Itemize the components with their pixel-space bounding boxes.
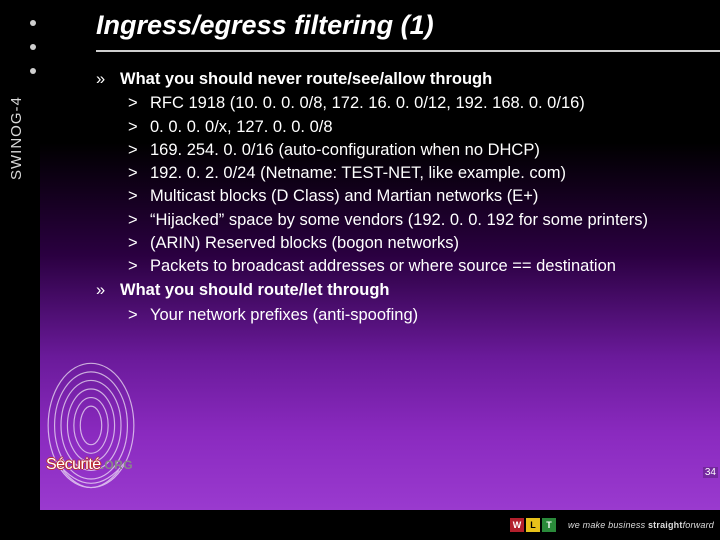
list-item: >169. 254. 0. 0/16 (auto-configuration w… <box>128 139 702 161</box>
event-label: SWINOG-4 <box>8 96 25 180</box>
item-text: Multicast blocks (D Class) and Martian n… <box>150 185 702 207</box>
slide-body: Ingress/egress filtering (1) » What you … <box>40 0 720 510</box>
brand-logo: Sécurité.ORG <box>40 446 210 476</box>
item-text: 169. 254. 0. 0/16 (auto-configuration wh… <box>150 139 702 161</box>
brand-name: Sécurité <box>46 456 101 473</box>
sidebar: SWINOG-4 <box>0 0 40 510</box>
item-bullet-icon: > <box>128 209 150 231</box>
footer-tagline: we make business straightforward <box>568 520 714 530</box>
item-text: (ARIN) Reserved blocks (bogon networks) <box>150 232 702 254</box>
section-bullet-icon: » <box>96 279 120 301</box>
item-bullet-icon: > <box>128 304 150 326</box>
section: » What you should route/let through >You… <box>96 279 702 326</box>
decor-dot <box>30 20 36 26</box>
item-text: RFC 1918 (10. 0. 0. 0/8, 172. 16. 0. 0/1… <box>150 92 702 114</box>
footer-square: W <box>510 518 524 532</box>
section-heading-text: What you should route/let through <box>120 279 389 301</box>
list-item: >RFC 1918 (10. 0. 0. 0/8, 172. 16. 0. 0/… <box>128 92 702 114</box>
item-bullet-icon: > <box>128 162 150 184</box>
item-bullet-icon: > <box>128 232 150 254</box>
list-item: >“Hijacked” space by some vendors (192. … <box>128 209 702 231</box>
page-number: 34 <box>703 467 718 478</box>
item-text: 192. 0. 2. 0/24 (Netname: TEST-NET, like… <box>150 162 702 184</box>
tagline-bold: straight <box>648 520 683 530</box>
slide-content: » What you should never route/see/allow … <box>96 68 702 328</box>
footer-square: T <box>542 518 556 532</box>
item-bullet-icon: > <box>128 92 150 114</box>
footer-bar: W L T we make business straightforward <box>0 510 720 540</box>
slide-title: Ingress/egress filtering (1) <box>96 10 720 41</box>
decor-dot <box>30 68 36 74</box>
section-bullet-icon: » <box>96 68 120 90</box>
brand-suffix: .ORG <box>101 458 133 472</box>
list-item: >0. 0. 0. 0/x, 127. 0. 0. 0/8 <box>128 116 702 138</box>
list-item: >Packets to broadcast addresses or where… <box>128 255 702 277</box>
title-rule <box>96 50 720 52</box>
tagline-post: forward <box>683 520 714 530</box>
item-text: Packets to broadcast addresses or where … <box>150 255 702 277</box>
list-item: >Your network prefixes (anti-spoofing) <box>128 304 702 326</box>
section-heading-text: What you should never route/see/allow th… <box>120 68 492 90</box>
section-heading: » What you should never route/see/allow … <box>96 68 702 90</box>
tagline-pre: we make business <box>568 520 648 530</box>
item-text: 0. 0. 0. 0/x, 127. 0. 0. 0/8 <box>150 116 702 138</box>
item-bullet-icon: > <box>128 185 150 207</box>
footer-square: L <box>526 518 540 532</box>
list-item: >(ARIN) Reserved blocks (bogon networks) <box>128 232 702 254</box>
decor-dot <box>30 44 36 50</box>
item-text: “Hijacked” space by some vendors (192. 0… <box>150 209 702 231</box>
footer-squares: W L T <box>510 518 556 532</box>
list-item: >192. 0. 2. 0/24 (Netname: TEST-NET, lik… <box>128 162 702 184</box>
item-text: Your network prefixes (anti-spoofing) <box>150 304 702 326</box>
item-bullet-icon: > <box>128 255 150 277</box>
item-bullet-icon: > <box>128 116 150 138</box>
list-item: >Multicast blocks (D Class) and Martian … <box>128 185 702 207</box>
section: » What you should never route/see/allow … <box>96 68 702 277</box>
section-heading: » What you should route/let through <box>96 279 702 301</box>
item-bullet-icon: > <box>128 139 150 161</box>
